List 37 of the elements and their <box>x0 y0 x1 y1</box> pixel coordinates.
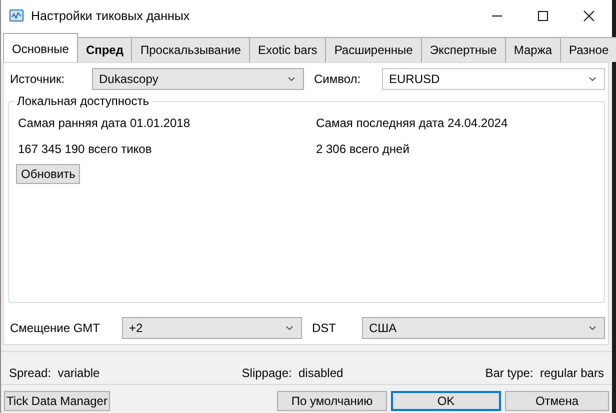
dialog-button[interactable]: Отмена <box>505 391 609 411</box>
close-icon[interactable] <box>583 10 595 22</box>
refresh-button[interactable]: Обновить <box>16 164 80 184</box>
dst-dropdown[interactable]: США <box>362 317 605 340</box>
symbol-label: Символ: <box>313 72 362 86</box>
tab[interactable]: Exotic bars <box>248 37 326 62</box>
tab[interactable]: Разное <box>560 37 616 62</box>
dst-label: DST <box>311 321 337 336</box>
source-dropdown[interactable]: Dukascopy <box>92 68 304 90</box>
gmt-label: Смещение GMT <box>9 321 101 336</box>
gmt-dropdown[interactable]: +2 <box>122 317 302 340</box>
source-label: Источник: <box>9 72 66 86</box>
chevron-icon <box>286 326 293 330</box>
chevron-icon <box>589 76 596 81</box>
group-title: Локальная доступность <box>14 94 152 108</box>
symbol-dropdown[interactable]: EURUSD <box>382 68 605 90</box>
tick-data-manager-button[interactable]: Tick Data Manager <box>4 391 110 411</box>
dialog-button[interactable]: По умолчанию <box>277 391 387 411</box>
maximize-icon[interactable] <box>537 10 549 22</box>
app-icon <box>9 8 25 24</box>
window-title: Настройки тиковых данных <box>31 8 190 22</box>
tab[interactable]: Проскальзывание <box>131 37 250 62</box>
status-text: Spread: variable <box>9 366 100 379</box>
tab[interactable]: Основные <box>3 33 78 62</box>
day-count: 2 306 всего дней <box>316 142 410 156</box>
latest-date: Самая последняя дата 24.04.2024 <box>316 116 509 130</box>
chevron-icon <box>288 76 295 81</box>
status-text: Bar type: regular bars <box>485 366 604 379</box>
tab[interactable]: Экспертные <box>420 37 506 62</box>
tick-count: 167 345 190 всего тиков <box>18 142 153 156</box>
status-text: Slippage: disabled <box>242 366 344 379</box>
ok-button[interactable]: OK <box>391 391 501 411</box>
tab[interactable]: Спред <box>76 37 132 62</box>
tab[interactable]: Расширенные <box>325 37 422 62</box>
earliest-date: Самая ранняя дата 01.01.2018 <box>18 116 192 130</box>
chevron-icon <box>589 326 596 330</box>
tab[interactable]: Маржа <box>504 37 562 62</box>
